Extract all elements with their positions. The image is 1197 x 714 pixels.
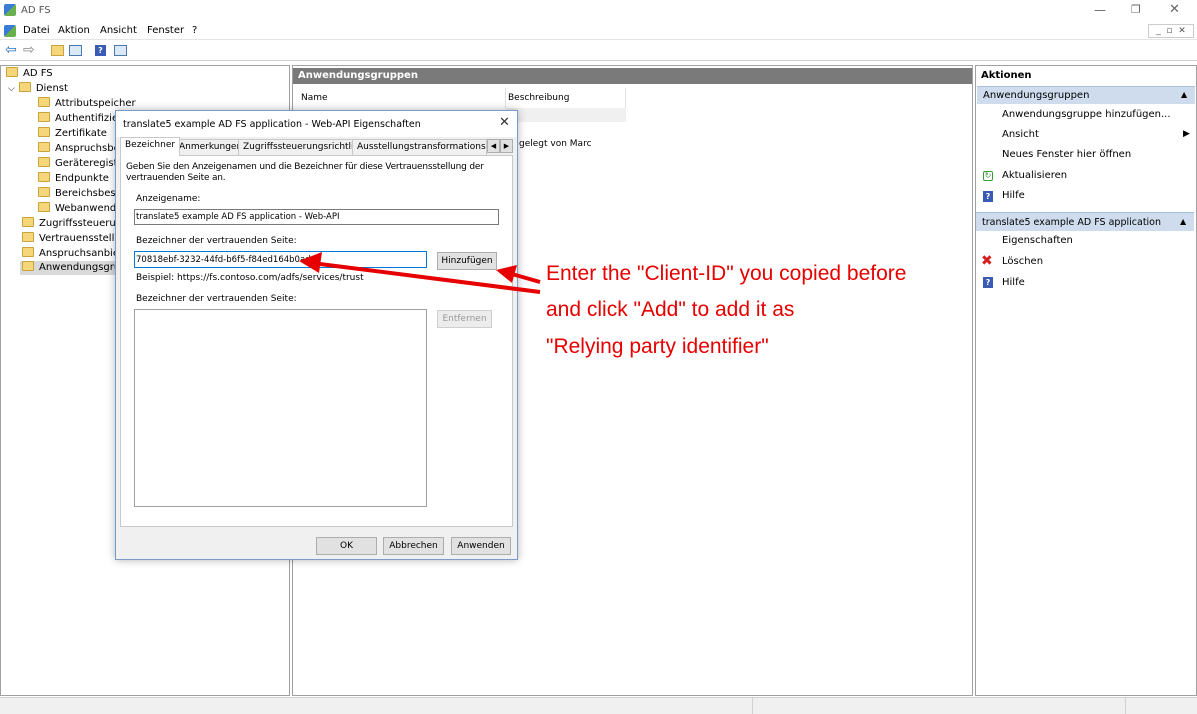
menu-aktion[interactable]: Aktion [58, 25, 90, 36]
action-eigenschaften[interactable]: Eigenschaften [1002, 233, 1073, 249]
help-icon: ? [983, 191, 993, 202]
minimize-icon[interactable]: — [1094, 3, 1106, 17]
mdi-controls[interactable]: _ ▫ ✕ [1148, 24, 1194, 38]
tab-anmerkungen[interactable]: Anmerkungen [174, 139, 248, 156]
tree-webanwendung[interactable]: Webanwendu [38, 202, 123, 216]
action-new-window[interactable]: Neues Fenster hier öffnen [1002, 147, 1131, 163]
folder-icon [22, 217, 34, 227]
annotation-line-2: and click "Add" to add it as [546, 298, 795, 321]
status-bar [0, 697, 1197, 714]
close-icon[interactable]: ✕ [1169, 2, 1180, 17]
folder-icon [38, 157, 50, 167]
dialog-title: translate5 example AD FS application - W… [123, 119, 421, 130]
folder-icon [6, 67, 18, 77]
back-icon[interactable]: ⇦ [5, 42, 17, 58]
folder-icon [38, 187, 50, 197]
apply-button[interactable]: Anwenden [451, 537, 511, 555]
rp-list-label: Bezeichner der vertrauenden Seite: [136, 294, 297, 304]
menu-help[interactable]: ? [192, 25, 197, 36]
help-icon[interactable]: ? [95, 45, 106, 56]
up-folder-icon[interactable] [51, 45, 64, 56]
table-row-description: gelegt von Marc [519, 139, 592, 149]
action-hilfe[interactable]: Hilfe [1002, 188, 1025, 204]
display-name-label: Anzeigename: [136, 194, 201, 204]
table-row-selected[interactable] [506, 108, 626, 122]
tab-scroll-left-button[interactable]: ◀ [487, 139, 500, 153]
example-text: Beispiel: https://fs.contoso.com/adfs/se… [136, 273, 364, 283]
tree-anwendungsgruppen[interactable]: Anwendungsgrup [20, 261, 129, 275]
tab-ausstellungstransformationsregeln[interactable]: Ausstellungstransformationsregeln [352, 139, 487, 156]
folder-icon [38, 172, 50, 182]
show-hide-action-pane-icon[interactable] [114, 45, 127, 56]
tree-zertifikate[interactable]: Zertifikate [38, 127, 107, 141]
dialog-close-icon[interactable]: ✕ [499, 115, 510, 130]
action-add-application-group[interactable]: Anwendungsgruppe hinzufügen... [1002, 107, 1171, 123]
action-loeschen[interactable]: Löschen [1002, 254, 1043, 270]
ok-button[interactable]: OK [316, 537, 377, 555]
submenu-arrow-icon: ▶ [1183, 129, 1190, 139]
tab-bezeichner[interactable]: Bezeichner [120, 137, 181, 156]
folder-icon [22, 232, 34, 242]
actions-title: Aktionen [981, 70, 1032, 81]
action-aktualisieren[interactable]: Aktualisieren [1002, 168, 1067, 184]
collapse-icon[interactable]: ▲ [1181, 90, 1187, 99]
dialog-title-bar: translate5 example AD FS application - W… [116, 111, 517, 137]
forward-icon[interactable]: ⇨ [23, 42, 35, 58]
tree-dienst[interactable]: ⌵ Dienst [8, 82, 68, 96]
folder-icon [18, 82, 31, 92]
action-ansicht[interactable]: Ansicht [1002, 127, 1039, 143]
show-hide-tree-icon[interactable] [69, 45, 82, 56]
remove-button[interactable]: Entfernen [437, 310, 492, 328]
menu-ansicht[interactable]: Ansicht [100, 25, 137, 36]
toolbar: ⇦ ⇨ ? [0, 41, 1197, 61]
menu-fenster[interactable]: Fenster [147, 25, 184, 36]
chevron-down-icon[interactable]: ⌵ [8, 84, 15, 94]
folder-icon [38, 97, 50, 107]
tree-attributspeicher[interactable]: Attributspeicher [38, 97, 136, 111]
rp-id-label: Bezeichner der vertrauenden Seite: [136, 236, 297, 246]
folder-icon [22, 247, 34, 257]
actions-section-application[interactable]: translate5 example AD FS application ▲ [976, 212, 1194, 231]
tree-zugriffssteuerung[interactable]: Zugriffssteuerung [22, 217, 128, 231]
rp-identifier-list[interactable] [134, 309, 427, 507]
folder-icon [38, 127, 50, 137]
annotation-line-1: Enter the "Client-ID" you copied before [546, 262, 907, 285]
menu-datei[interactable]: Datei [23, 25, 50, 36]
tree-root[interactable]: AD FS [6, 67, 53, 81]
folder-icon [38, 202, 50, 212]
adfs-app-icon [4, 4, 16, 16]
restore-icon[interactable]: ❐ [1131, 3, 1141, 16]
cancel-button[interactable]: Abbrechen [383, 537, 444, 555]
tree-authentifizierung[interactable]: Authentifizier [38, 112, 122, 126]
folder-icon [22, 261, 34, 271]
title-bar: AD FS — ❐ ✕ [0, 0, 1197, 22]
add-button[interactable]: Hinzufügen [437, 252, 497, 270]
menu-bar: Datei Aktion Ansicht Fenster ? _ ▫ ✕ [0, 22, 1197, 40]
middle-header: Anwendungsgruppen [293, 68, 972, 84]
dialog-description: Geben Sie den Anzeigenamen und die Bezei… [126, 162, 484, 183]
menu-app-icon [4, 25, 16, 37]
folder-icon [38, 142, 50, 152]
tree-anspruchsanbieter[interactable]: Anspruchsanbiete [22, 247, 129, 261]
display-name-input[interactable] [134, 209, 499, 225]
tab-scroll-right-button[interactable]: ▶ [500, 139, 513, 153]
annotation-line-3: "Relying party identifier" [546, 335, 769, 358]
action-hilfe-2[interactable]: Hilfe [1002, 275, 1025, 291]
window-title: AD FS [21, 5, 51, 16]
help-icon: ? [983, 277, 993, 288]
collapse-icon[interactable]: ▲ [1180, 217, 1186, 226]
folder-icon [38, 112, 50, 122]
actions-section-anwendungsgruppen[interactable]: Anwendungsgruppen ▲ [977, 86, 1195, 104]
refresh-icon: ↻ [983, 171, 993, 181]
delete-icon: ✖ [981, 253, 993, 269]
tree-endpunkte[interactable]: Endpunkte [38, 172, 109, 186]
rp-id-input[interactable] [134, 251, 427, 268]
column-name[interactable]: Name [293, 88, 506, 108]
middle-header-title: Anwendungsgruppen [298, 70, 418, 81]
column-beschreibung[interactable]: Beschreibung [506, 88, 626, 108]
